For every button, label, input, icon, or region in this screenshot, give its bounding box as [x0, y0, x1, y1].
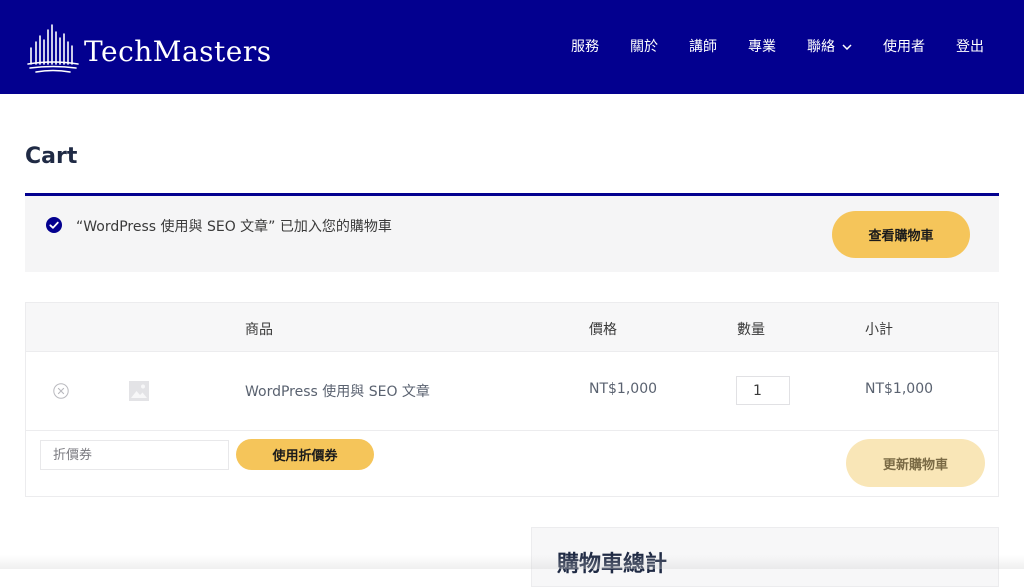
brand-name: TechMasters [84, 34, 272, 68]
cart-item-row: WordPress 使用與 SEO 文章 NT$1,000 NT$1,000 [26, 352, 998, 431]
site-header: TechMasters 服務 關於 講師 專業 聯絡 使用者 登出 [0, 0, 1024, 94]
apply-coupon-button[interactable]: 使用折價券 [236, 439, 374, 470]
column-price: 價格 [589, 322, 617, 338]
nav-user-label: 使用者 [883, 39, 925, 55]
nav-logout[interactable]: 登出 [956, 36, 984, 56]
check-circle-icon [46, 217, 62, 233]
nav-services[interactable]: 服務 [571, 36, 599, 56]
cart-table: 商品 價格 數量 小計 WordPress 使用與 SEO 文章 NT$1,00… [25, 302, 999, 497]
site-logo[interactable]: TechMasters [26, 24, 272, 76]
nav-user[interactable]: 使用者 [883, 36, 925, 56]
item-price: NT$1,000 [589, 381, 658, 397]
coupon-input[interactable] [40, 440, 229, 470]
nav-contact[interactable]: 聯絡 [807, 36, 852, 56]
column-quantity: 數量 [737, 322, 765, 338]
view-cart-button[interactable]: 查看購物車 [832, 211, 970, 258]
nav-logout-label: 登出 [956, 39, 984, 55]
nav-expertise-label: 專業 [748, 39, 776, 55]
cart-notice: “WordPress 使用與 SEO 文章” 已加入您的購物車 查看購物車 [25, 193, 999, 272]
city-skyline-icon [27, 24, 79, 73]
nav-about-label: 關於 [630, 39, 658, 55]
item-subtotal: NT$1,000 [865, 381, 934, 397]
nav-expertise[interactable]: 專業 [748, 36, 776, 56]
nav-contact-label: 聯絡 [807, 39, 835, 55]
notice-message: “WordPress 使用與 SEO 文章” 已加入您的購物車 [76, 219, 392, 235]
nav-about[interactable]: 關於 [630, 36, 658, 56]
remove-circle-icon[interactable] [53, 383, 69, 399]
quantity-input[interactable] [736, 376, 790, 405]
image-placeholder-icon[interactable] [129, 381, 149, 401]
cart-table-header: 商品 價格 數量 小計 [26, 303, 998, 352]
nav-services-label: 服務 [571, 39, 599, 55]
update-cart-button[interactable]: 更新購物車 [846, 439, 985, 487]
column-subtotal: 小計 [865, 322, 893, 338]
nav-instructors-label: 講師 [689, 39, 717, 55]
bottom-fade [0, 555, 1024, 569]
page-title: Cart [25, 144, 78, 169]
chevron-down-icon [842, 43, 852, 50]
column-product: 商品 [245, 322, 273, 338]
main-nav: 服務 關於 講師 專業 聯絡 使用者 登出 [571, 36, 984, 56]
product-name-link[interactable]: WordPress 使用與 SEO 文章 [245, 381, 430, 401]
nav-instructors[interactable]: 講師 [689, 36, 717, 56]
